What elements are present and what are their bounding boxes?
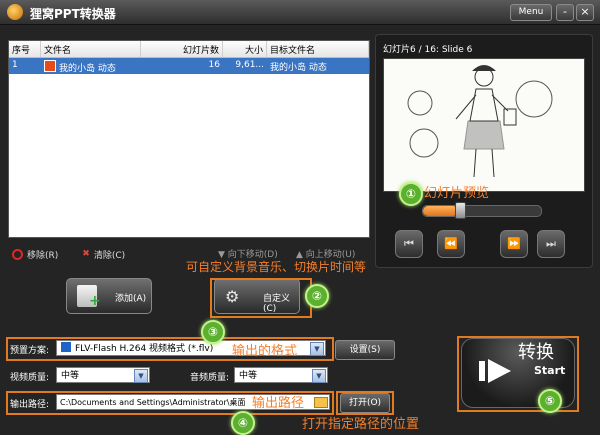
prev-slide-button[interactable]: ⏪ — [437, 230, 465, 258]
annotation-path: 输出路径 — [252, 396, 305, 411]
list-header: 序号 文件名 幻灯片数 大小 目标文件名 — [9, 41, 369, 58]
step-badge-4: ④ — [231, 411, 255, 435]
annotation-convert: 转换 — [518, 342, 554, 363]
add-file-icon — [77, 285, 101, 309]
audio-quality-select[interactable]: 中等 ▼ — [234, 367, 328, 383]
annotation-preview: 幻灯片预览 — [424, 186, 490, 201]
title-bar: 狸窝PPT转换器 Menu - × — [0, 0, 600, 25]
row-target: 我的小岛 动态 — [270, 63, 327, 73]
app-window: 狸窝PPT转换器 Menu - × 序号 文件名 幻灯片数 大小 目标文件名 1… — [0, 0, 600, 435]
table-row[interactable]: 1 我的小岛 动态 16 9,61... 我的小岛 动态 — [9, 58, 369, 74]
row-size: 9,61... — [235, 60, 264, 70]
annotation-open: 打开指定路径的位置 — [302, 417, 420, 432]
first-slide-button[interactable]: ⏮ — [395, 230, 423, 258]
list-toolbar: 移除(R) ✖ 清除(C) — [12, 246, 139, 262]
preview-seekbar[interactable] — [422, 205, 542, 217]
close-button[interactable]: × — [576, 4, 594, 21]
annotation-format: 输出的格式 — [232, 344, 298, 359]
settings-button[interactable]: 设置(S) — [335, 340, 395, 360]
last-slide-button[interactable]: ⏭ — [537, 230, 565, 258]
annotation-custom: 可自定义背景音乐、切换片时间等 — [186, 260, 367, 274]
custom-highlight — [210, 278, 312, 318]
menu-button[interactable]: Menu — [510, 4, 552, 21]
seek-handle[interactable] — [455, 202, 466, 219]
step-badge-2: ② — [305, 284, 329, 308]
seek-progress — [423, 206, 459, 216]
column-header[interactable]: 文件名 — [41, 41, 141, 57]
remove-icon — [12, 248, 23, 260]
add-button[interactable]: 添加(A) — [66, 278, 152, 314]
file-list[interactable]: 序号 文件名 幻灯片数 大小 目标文件名 1 我的小岛 动态 16 9,61..… — [8, 40, 370, 238]
step-badge-5: ⑤ — [538, 389, 562, 413]
audio-quality-label: 音频质量: — [190, 373, 230, 383]
next-slide-button[interactable]: ⏩ — [500, 230, 528, 258]
video-quality-select[interactable]: 中等 ▼ — [56, 367, 150, 383]
video-quality-label: 视频质量: — [10, 373, 50, 383]
open-highlight — [336, 391, 394, 415]
ppt-file-icon — [44, 60, 56, 72]
clear-icon: ✖ — [82, 249, 90, 259]
row-index: 1 — [12, 60, 18, 70]
column-header[interactable]: 序号 — [9, 41, 41, 57]
row-slides: 16 — [208, 60, 220, 70]
clear-button[interactable]: ✖ 清除(C) — [82, 248, 125, 261]
column-header[interactable]: 大小 — [223, 41, 267, 57]
step-badge-1: ① — [399, 182, 423, 206]
slide-preview-image — [383, 58, 585, 192]
slide-sketch — [407, 65, 553, 178]
remove-button[interactable]: 移除(R) — [12, 248, 58, 261]
row-filename: 我的小岛 动态 — [41, 58, 141, 74]
slide-label: 幻灯片6 / 16: Slide 6 — [383, 45, 473, 55]
app-logo-icon — [7, 4, 23, 20]
minimize-button[interactable]: - — [556, 4, 574, 21]
app-title: 狸窝PPT转换器 — [30, 7, 116, 21]
chevron-down-icon: ▼ — [134, 369, 148, 383]
step-badge-3: ③ — [201, 320, 225, 344]
column-header[interactable]: 目标文件名 — [267, 41, 369, 57]
chevron-down-icon: ▼ — [312, 369, 326, 383]
column-header[interactable]: 幻灯片数 — [141, 41, 223, 57]
